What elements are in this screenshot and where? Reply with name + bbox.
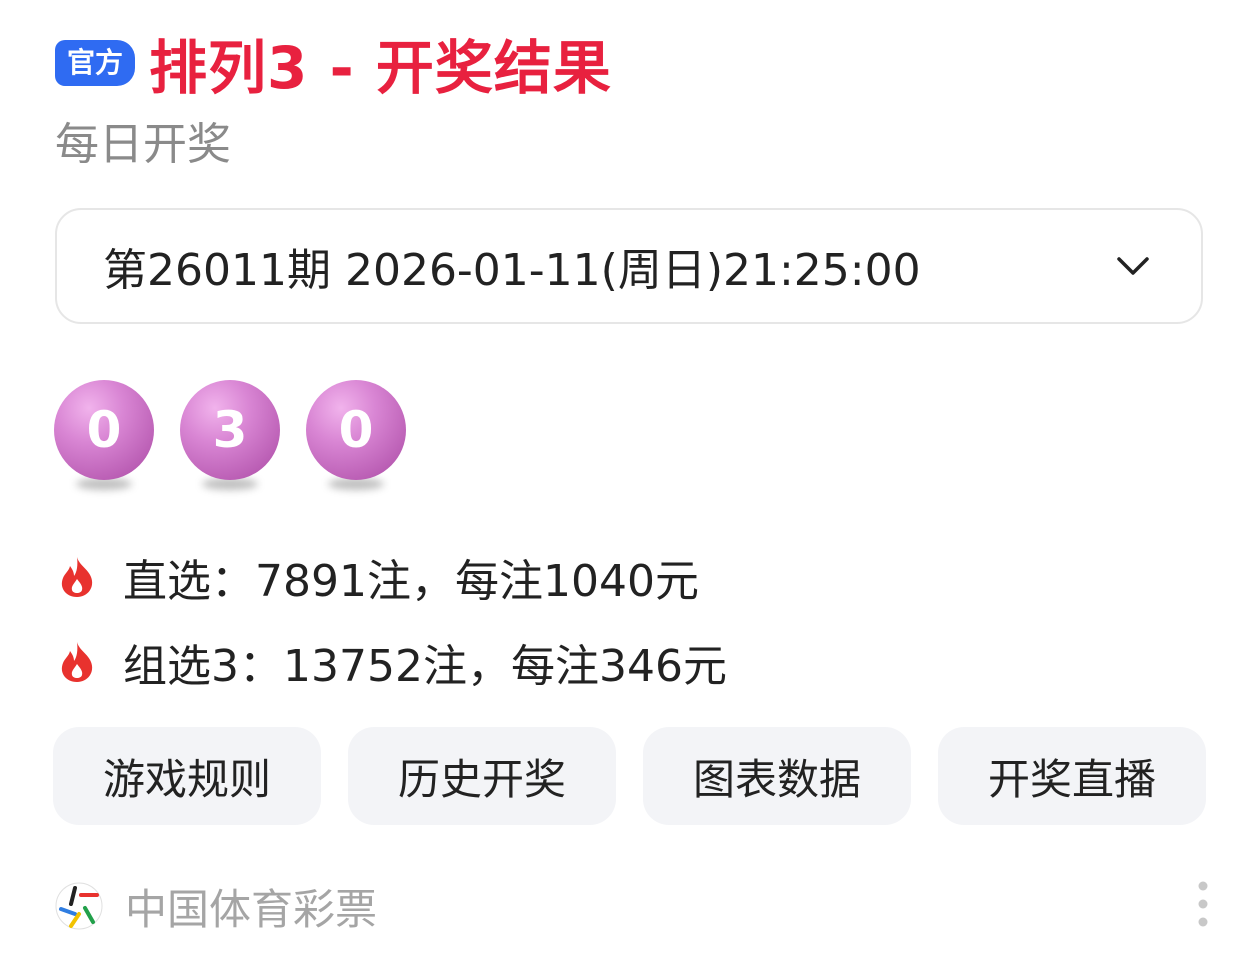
history-draws-button[interactable]: 历史开奖 bbox=[348, 727, 616, 825]
game-rules-button[interactable]: 游戏规则 bbox=[53, 727, 321, 825]
period-select[interactable]: 第26011期 2026-01-11(周日)21:25:00 bbox=[55, 208, 1203, 324]
chevron-down-icon bbox=[1117, 257, 1149, 275]
prize-text: 直选：7891注，每注1040元 bbox=[123, 556, 699, 607]
ball-number: 0 bbox=[306, 380, 406, 480]
prize-row-direct: 直选：7891注，每注1040元 bbox=[55, 545, 699, 609]
period-select-value: 第26011期 2026-01-11(周日)21:25:00 bbox=[103, 245, 921, 296]
live-draw-button[interactable]: 开奖直播 bbox=[938, 727, 1206, 825]
ball-3: 0 bbox=[306, 380, 406, 495]
sports-lottery-logo-icon bbox=[55, 882, 103, 930]
subtitle: 每日开奖 bbox=[55, 119, 231, 170]
ball-2: 3 bbox=[180, 380, 280, 495]
ball-1: 0 bbox=[54, 380, 154, 495]
official-badge: 官方 bbox=[55, 40, 136, 86]
prize-row-group3: 组选3：13752注，每注346元 bbox=[55, 630, 727, 694]
ball-number: 3 bbox=[180, 380, 280, 480]
fire-icon bbox=[61, 642, 93, 682]
prize-text: 组选3：13752注，每注346元 bbox=[123, 641, 727, 692]
footer-source: 中国体育彩票 bbox=[55, 876, 1210, 936]
chart-data-button[interactable]: 图表数据 bbox=[643, 727, 911, 825]
more-vertical-icon[interactable] bbox=[1196, 880, 1210, 928]
action-buttons: 游戏规则 历史开奖 图表数据 开奖直播 bbox=[53, 727, 1206, 825]
title-row: 官方 排列3 - 开奖结果 bbox=[55, 28, 612, 102]
ball-number: 0 bbox=[54, 380, 154, 480]
page-title: 排列3 - 开奖结果 bbox=[149, 34, 612, 102]
source-name[interactable]: 中国体育彩票 bbox=[125, 876, 377, 937]
fire-icon bbox=[61, 557, 93, 597]
winning-numbers: 0 3 0 bbox=[54, 380, 432, 495]
